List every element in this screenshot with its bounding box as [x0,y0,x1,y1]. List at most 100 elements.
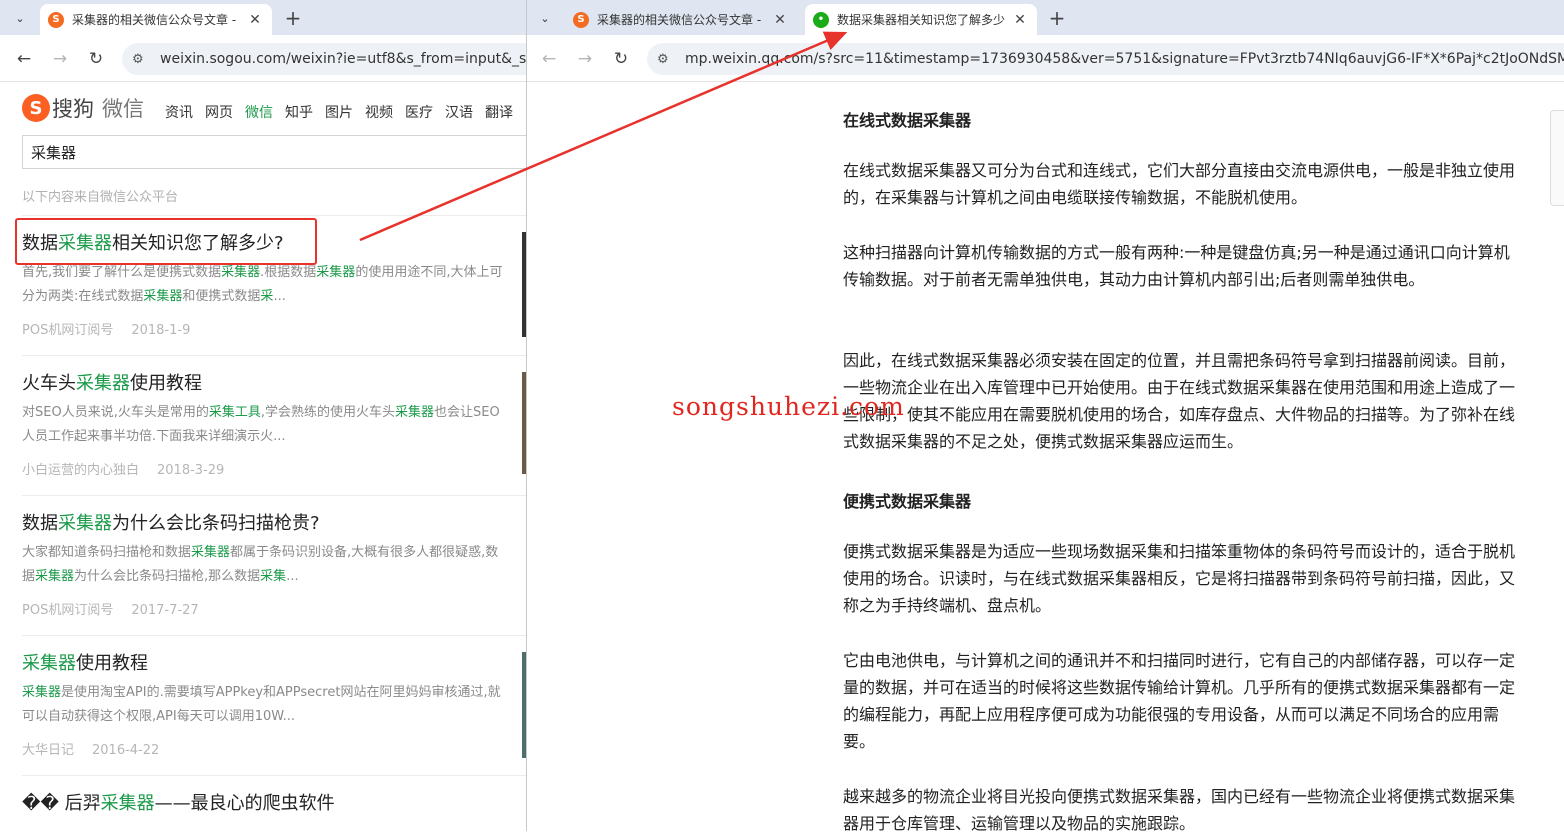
title-part: 数据 [22,513,58,534]
search-result: 数据采集器为什么会比条码扫描枪贵? 大家都知道条码扫描枪和数据采集器都属于条码识别… [22,509,507,618]
logo-text: 搜狗 [52,97,94,121]
url-text: mp.weixin.qq.com/s?src=11&timestamp=1736… [685,51,1564,67]
result-title[interactable]: �� 后羿采集器——最良心的爬虫软件 [22,789,507,815]
snippet-part: 首先,我们要了解什么是便携式数据 [22,265,222,280]
address-bar[interactable]: ⚙ weixin.sogou.com/weixin?ie=utf8&s_from… [122,43,527,75]
result-meta: POS机网订阅号 2017-7-27 [22,599,507,618]
nav-item[interactable]: 翻译 [485,102,513,122]
left-browser-window: ⌄ S 采集器的相关微信公众号文章 - ✕ + ← → ↻ ⚙ weixin.s… [0,0,527,831]
site-info-icon[interactable]: ⚙ [132,52,152,67]
search-result: �� 后羿采集器——最良心的爬虫软件 [22,789,507,815]
snippet-part: 大家都知道条码扫描枪和数据 [22,545,192,560]
result-source[interactable]: 小白运营的内心独白 [22,463,139,478]
title-part: �� 后羿 [22,793,101,814]
reload-icon[interactable]: ↻ [83,46,109,72]
title-part: 采集器 [58,513,112,534]
snippet-part: 采集 [260,569,287,584]
section-heading: 便携式数据采集器 [843,492,972,511]
result-meta: 大华日记 2016-4-22 [22,739,507,758]
forward-arrow-icon[interactable]: → [572,46,598,72]
tab-wechat-article[interactable]: • 数据采集器相关知识您了解多少 ✕ [805,4,1037,35]
snippet-part: .根据数据 [260,265,317,280]
nav-item[interactable]: 汉语 [445,102,473,122]
sogou-logo-icon: S [22,94,50,122]
watermark-text: songshuhezi.com [672,392,905,421]
new-tab-button[interactable]: + [281,6,305,30]
divider [22,355,526,356]
site-info-icon[interactable]: ⚙ [657,52,677,67]
title-part: 为什么会比条码扫描枪贵? [112,513,320,534]
snippet-part: 采集器 [22,685,62,700]
sogou-favicon-icon: S [573,11,589,28]
tab-title: 采集器的相关微信公众号文章 - [72,13,237,27]
search-result: 火车头采集器使用教程对SEO人员来说,火车头是常用的采集工具,学会熟练的使用火车… [22,369,507,478]
nav-item[interactable]: 知乎 [285,102,313,122]
result-title[interactable]: 采集器使用教程 [22,649,507,675]
tab-title: 数据采集器相关知识您了解多少 [837,13,1006,27]
wechat-favicon-icon: • [813,11,829,28]
tab-strip: ⌄ S 采集器的相关微信公众号文章 - ✕ • 数据采集器相关知识您了解多少 ✕… [527,0,1564,35]
tab-strip: ⌄ S 采集器的相关微信公众号文章 - ✕ + [0,0,526,35]
snippet-part: ,学会熟练的使用火车头 [260,405,395,420]
snippet-part: 为什么会比条码扫描枪,那么数据 [74,569,261,584]
snippet-part: 采集器 [35,569,75,584]
result-source[interactable]: POS机网订阅号 [22,603,113,618]
nav-item[interactable]: 视频 [365,102,393,122]
result-date: 2017-7-27 [131,603,199,618]
nav-item[interactable]: 医疗 [405,102,433,122]
close-tab-icon[interactable]: ✕ [771,11,789,29]
snippet-part: 采 [260,289,274,304]
tab-sogou-results[interactable]: S 采集器的相关微信公众号文章 - ✕ [40,4,272,35]
article-paragraph: 越来越多的物流企业将目光投向便携式数据采集器，国内已经有一些物流企业将便携式数据… [843,787,1516,833]
result-title[interactable]: 数据采集器为什么会比条码扫描枪贵? [22,509,507,535]
title-part: 采集器 [22,653,76,674]
article-paragraph: 它由电池供电，与计算机之间的通讯并不和扫描同时进行，它有自己的内部储存器，可以存… [843,651,1516,751]
nav-item[interactable]: 图片 [325,102,353,122]
result-source[interactable]: POS机网订阅号 [22,323,113,338]
close-tab-icon[interactable]: ✕ [1011,11,1029,29]
new-tab-button[interactable]: + [1045,6,1069,30]
snippet-part: 采集器 [221,265,261,280]
article-paragraph: 因此，在线式数据采集器必须安装在固定的位置，并且需把条码符号拿到扫描器前阅读。目… [843,351,1516,451]
result-snippet: 对SEO人员来说,火车头是常用的采集工具,学会熟练的使用火车头采集器也会让SEO… [22,401,507,449]
reload-icon[interactable]: ↻ [608,46,634,72]
section-heading: 在线式数据采集器 [843,111,972,130]
logo-product: 微信 [102,97,144,121]
nav-item[interactable]: 网页 [205,102,233,122]
tab-title: 采集器的相关微信公众号文章 - [597,13,762,27]
divider [22,775,526,776]
snippet-part: 是使用淘宝API的.需要填写APPkey和APPsecret网站在阿里妈妈审核通… [22,685,501,724]
article-paragraph: 这种扫描器向计算机传输数据的方式一般有两种:一种是键盘仿真;另一种是通过通讯口向… [843,243,1510,289]
forward-arrow-icon[interactable]: → [47,46,73,72]
tab-search-chevron-icon[interactable]: ⌄ [534,7,556,29]
result-date: 2018-3-29 [157,463,225,478]
result-source[interactable]: 大华日记 [22,743,74,758]
snippet-part: ... [273,289,286,304]
divider [22,215,526,216]
close-tab-icon[interactable]: ✕ [246,11,264,29]
search-input[interactable]: 采集器 [22,135,526,169]
title-part: 使用教程 [130,373,202,394]
annotation-highlight-box [15,218,317,265]
result-date: 2016-4-22 [92,743,160,758]
back-arrow-icon[interactable]: ← [536,46,562,72]
result-title[interactable]: 火车头采集器使用教程 [22,369,507,395]
title-part: 使用教程 [76,653,148,674]
title-part: ——最良心的爬虫软件 [154,793,335,814]
snippet-part: 采集工具 [208,405,261,420]
title-part: 采集器 [100,793,155,814]
address-bar[interactable]: ⚙ mp.weixin.qq.com/s?src=11&timestamp=17… [647,43,1564,75]
snippet-part: 和便携式数据 [182,289,261,304]
floating-side-tab[interactable] [1550,110,1564,206]
tab-search-chevron-icon[interactable]: ⌄ [9,7,31,29]
title-part: 采集器 [76,373,130,394]
sogou-logo[interactable]: S 搜狗 微信 [22,93,144,123]
url-text: weixin.sogou.com/weixin?ie=utf8&s_from=i… [160,51,527,67]
snippet-part: 对SEO人员来说,火车头是常用的 [22,405,209,420]
snippet-part: 采集器 [143,289,183,304]
tab-sogou-results[interactable]: S 采集器的相关微信公众号文章 - ✕ [565,4,797,35]
nav-item[interactable]: 微信 [245,102,273,122]
nav-item[interactable]: 资讯 [165,102,193,122]
back-arrow-icon[interactable]: ← [11,46,37,72]
snippet-part: 采集器 [191,545,231,560]
